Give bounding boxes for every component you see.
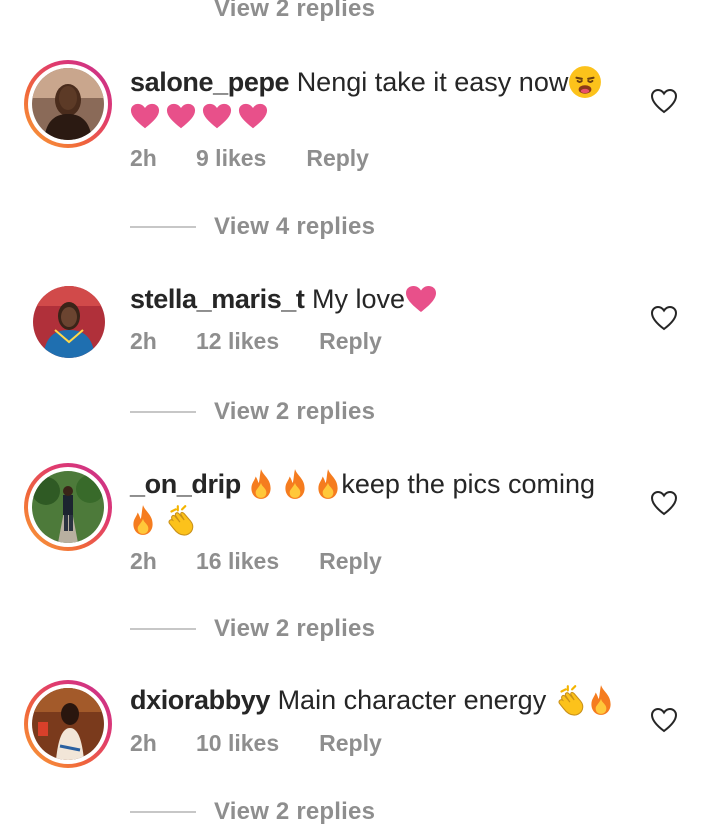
pink-heart-emoji [166, 102, 196, 130]
comment-body: Main character energy [277, 685, 547, 715]
pink-heart-emoji [238, 102, 268, 130]
pink-heart-emoji [202, 102, 232, 130]
comment-username[interactable]: _on_drip [130, 469, 241, 499]
comment-time: 2h [130, 548, 157, 574]
fire-emoji [248, 468, 274, 500]
comment-text: dxiorabbyy Main character energy [130, 682, 630, 718]
view-replies-button[interactable]: View 2 replies [130, 397, 375, 427]
avatar [32, 68, 104, 140]
avatar-story-ring[interactable] [24, 60, 112, 148]
comment-meta: 2h 10 likes Reply [130, 730, 382, 757]
like-heart-icon[interactable] [650, 305, 678, 331]
divider-line [130, 411, 196, 413]
comment-username[interactable]: stella_maris_t [130, 284, 305, 314]
comment-username[interactable]: dxiorabbyy [130, 685, 270, 715]
like-heart-icon[interactable] [650, 490, 678, 516]
fire-emoji [282, 468, 308, 500]
view-replies-label: View 2 replies [214, 0, 376, 22]
view-replies-button[interactable]: View 2 replies [130, 797, 375, 827]
view-replies-button[interactable]: View 2 replies [130, 614, 375, 644]
weary-face-emoji [568, 65, 602, 99]
comment-likes[interactable]: 16 likes [196, 548, 279, 575]
comment-text: stella_maris_t My love [130, 281, 630, 317]
avatar [32, 688, 104, 760]
avatar[interactable] [33, 286, 105, 358]
reply-button[interactable]: Reply [319, 548, 382, 575]
avatar-story-ring[interactable] [24, 463, 112, 551]
divider-line [130, 226, 196, 228]
divider-line [130, 811, 196, 813]
clap-emoji [164, 503, 198, 537]
view-replies-button[interactable]: View 4 replies [130, 212, 375, 242]
view-replies-label: View 2 replies [214, 398, 376, 425]
comment-meta: 2h 9 likes Reply [130, 145, 369, 172]
reply-button[interactable]: Reply [319, 328, 382, 355]
comment-text: _on_drip keep the pics coming [130, 466, 630, 538]
like-heart-icon[interactable] [650, 88, 678, 114]
comment-time: 2h [130, 328, 157, 354]
reply-button[interactable]: Reply [319, 730, 382, 757]
clap-emoji [554, 683, 588, 717]
reply-button[interactable]: Reply [306, 145, 369, 172]
fire-emoji [130, 504, 156, 536]
comment-meta: 2h 12 likes Reply [130, 328, 382, 355]
fire-emoji [588, 684, 614, 716]
comment-likes[interactable]: 12 likes [196, 328, 279, 355]
fire-emoji [315, 468, 341, 500]
pink-heart-emoji [405, 285, 437, 313]
pink-heart-emoji [130, 102, 160, 130]
comment-likes[interactable]: 10 likes [196, 730, 279, 757]
view-replies-label: View 2 replies [214, 798, 376, 825]
like-heart-icon[interactable] [650, 707, 678, 733]
comment-text: salone_pepe Nengi take it easy now [130, 64, 630, 139]
comment-meta: 2h 16 likes Reply [130, 548, 382, 575]
comment-likes[interactable]: 9 likes [196, 145, 266, 172]
comment-time: 2h [130, 145, 157, 171]
comment-username[interactable]: salone_pepe [130, 67, 290, 97]
divider-line [130, 628, 196, 630]
avatar-story-ring[interactable] [24, 680, 112, 768]
view-replies-label: View 2 replies [214, 615, 376, 642]
comment-body: keep the pics coming [341, 469, 595, 499]
view-replies-label: View 4 replies [214, 213, 376, 240]
comment-body: My love [312, 284, 406, 314]
comment-time: 2h [130, 730, 157, 756]
avatar [32, 471, 104, 543]
view-replies-top[interactable]: View 2 replies [130, 0, 375, 24]
comment-body: Nengi take it easy now [296, 67, 569, 97]
